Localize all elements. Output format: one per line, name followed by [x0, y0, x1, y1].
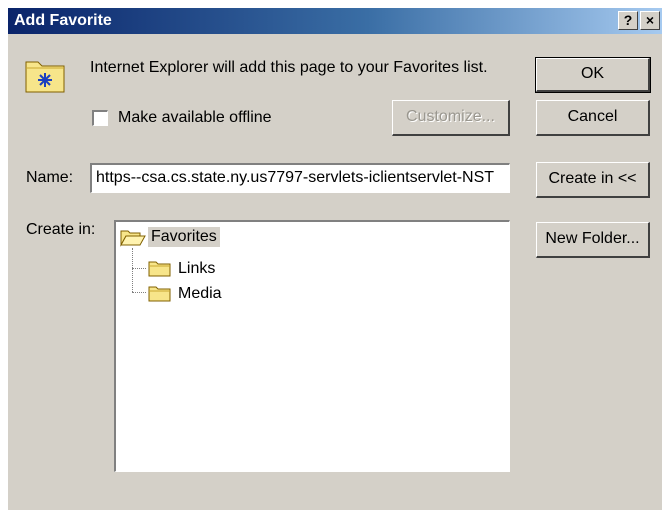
folder-icon	[148, 283, 172, 308]
new-folder-button[interactable]: New Folder...	[536, 222, 650, 258]
tree-connector	[132, 292, 146, 293]
make-offline-label[interactable]: Make available offline	[118, 108, 272, 128]
open-folder-icon	[120, 226, 146, 253]
title-bar[interactable]: Add Favorite ? ×	[8, 8, 662, 34]
window-title: Add Favorite	[14, 12, 112, 29]
ok-button[interactable]: OK	[535, 57, 651, 93]
tree-item-favorites[interactable]: Favorites	[120, 226, 240, 248]
tree-connector	[132, 268, 146, 269]
close-button[interactable]: ×	[640, 11, 660, 30]
create-in-button[interactable]: Create in <<	[536, 162, 650, 198]
tree-item-label: Favorites	[148, 227, 220, 247]
tree-item-label: Media	[178, 285, 222, 302]
make-offline-checkbox[interactable]	[92, 110, 108, 126]
add-favorite-dialog: Add Favorite ? × Internet Explorer will …	[8, 8, 662, 510]
help-button[interactable]: ?	[618, 11, 638, 30]
cancel-button[interactable]: Cancel	[536, 100, 650, 136]
message-text: Internet Explorer will add this page to …	[90, 59, 488, 76]
folder-tree[interactable]: Favorites Links Media	[114, 220, 510, 472]
name-label: Name:	[26, 169, 74, 186]
create-in-label: Create in:	[26, 221, 96, 238]
favorites-folder-star-icon	[24, 54, 68, 94]
name-field[interactable]: https--csa.cs.state.ny.us7797-servlets-i…	[90, 163, 510, 193]
tree-connector	[132, 248, 133, 292]
tree-item-label: Links	[178, 260, 216, 277]
customize-button: Customize...	[392, 100, 510, 136]
tree-item-media[interactable]: Media	[148, 283, 248, 305]
folder-icon	[148, 258, 172, 283]
tree-item-links[interactable]: Links	[148, 258, 248, 280]
